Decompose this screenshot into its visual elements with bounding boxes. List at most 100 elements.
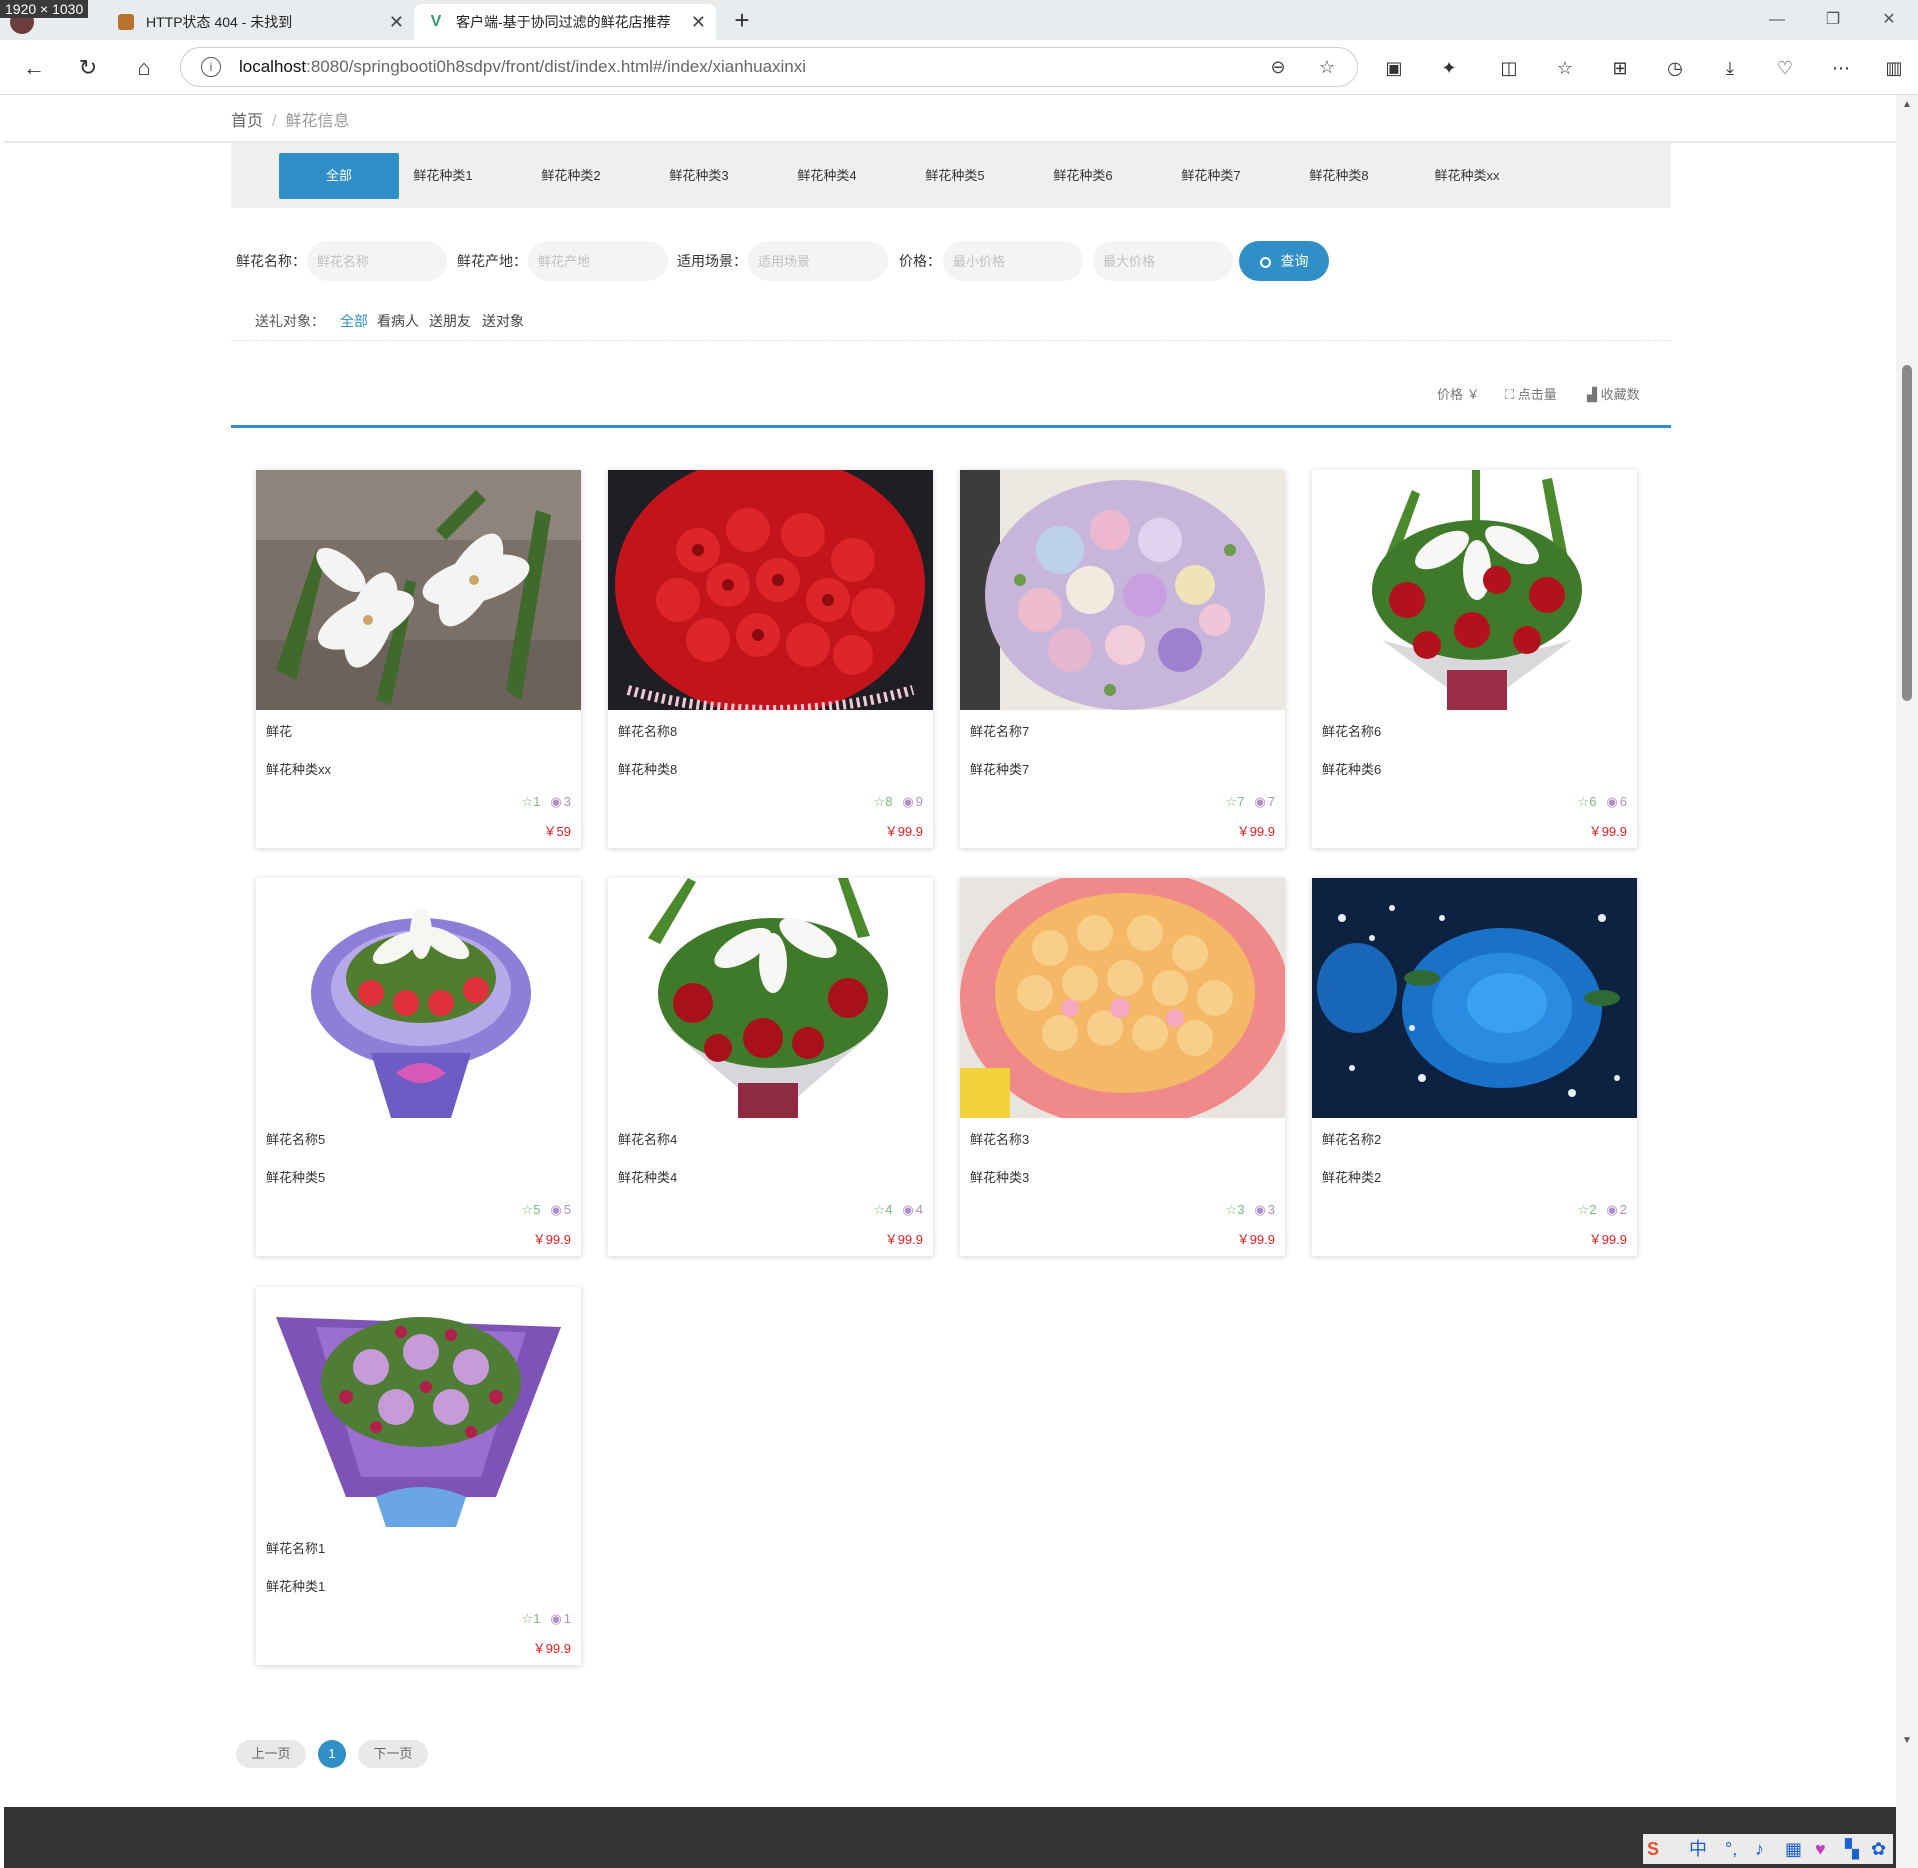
scroll-up-arrow-icon[interactable]: ▲	[1901, 99, 1913, 111]
ime-keyboard-icon[interactable]: ▦	[1785, 1836, 1802, 1862]
purple-wrapped-bouquet-photo[interactable]	[256, 878, 581, 1118]
purple-roses-bouquet-photo[interactable]	[256, 1287, 581, 1527]
product-card[interactable]: 鲜花名称4 鲜花种类4 ☆4 ◉ 4 ￥99.9	[608, 878, 933, 1256]
lily-red-rose-bouquet-photo[interactable]	[608, 878, 933, 1118]
home-icon[interactable]: ⌂	[128, 52, 160, 84]
favorite-star-icon[interactable]: ☆	[1316, 56, 1338, 78]
puzzle-extensions-icon[interactable]: ✦	[1435, 54, 1463, 82]
ime-chinese-mode-icon[interactable]: 中	[1689, 1836, 1707, 1862]
downloads-icon[interactable]: ⤓	[1716, 54, 1744, 82]
gift-option-all[interactable]: 全部	[340, 306, 368, 336]
category-tab[interactable]: 鲜花种类4	[767, 153, 887, 199]
address-bar[interactable]: i localhost:8080/springbooti0h8sdpv/fron…	[180, 47, 1358, 87]
pastel-mixed-bouquet-photo[interactable]	[960, 470, 1285, 710]
page-number-current[interactable]: 1	[318, 1740, 346, 1768]
product-card[interactable]: 鲜花名称5 鲜花种类5 ☆5 ◉ 5 ￥99.9	[256, 878, 581, 1256]
gift-option[interactable]: 送对象	[482, 306, 524, 336]
tomcat-favicon-icon	[118, 14, 134, 30]
gift-recipient-label: 送礼对象：	[255, 313, 325, 329]
category-tab[interactable]: 鲜花种类3	[639, 153, 759, 199]
blue-rose-photo[interactable]	[1312, 878, 1637, 1118]
product-price: ￥99.9	[1588, 1232, 1627, 1247]
product-category: 鲜花种类1	[266, 1579, 326, 1594]
product-card[interactable]: 鲜花 鲜花种类xx ☆1 ◉ 3 ￥59	[256, 470, 581, 848]
scrollbar-thumb[interactable]	[1902, 365, 1912, 701]
product-name: 鲜花名称2	[1322, 1132, 1382, 1147]
sogou-ime-icon[interactable]: S	[1647, 1836, 1659, 1862]
product-card[interactable]: 鲜花名称8 鲜花种类8 ☆8 ◉ 9 ￥99.9	[608, 470, 933, 848]
white-lily-photo[interactable]	[256, 470, 581, 710]
sidebar-toggle-icon[interactable]: ▥	[1880, 54, 1908, 82]
view-eye-icon: ◉	[550, 1611, 562, 1626]
close-window-icon[interactable]: ✕	[1866, 6, 1912, 34]
breadcrumb-home-link[interactable]: 首页	[231, 113, 263, 130]
champagne-roses-bouquet-photo[interactable]	[960, 878, 1285, 1118]
product-name: 鲜花名称1	[266, 1541, 326, 1556]
gift-option[interactable]: 送朋友	[429, 306, 471, 336]
next-page-button[interactable]: 下一页	[358, 1740, 428, 1768]
sort-by-clicks[interactable]: ⛶ 点击量	[1505, 385, 1557, 405]
extension-icon[interactable]: ▣	[1380, 54, 1408, 82]
prev-page-button[interactable]: 上一页	[236, 1740, 306, 1768]
category-tab[interactable]: 鲜花种类5	[895, 153, 1015, 199]
browser-tab-404[interactable]: HTTP状态 404 - 未找到 ✕	[104, 4, 414, 40]
more-menu-icon[interactable]: ⋯	[1827, 54, 1855, 82]
product-card[interactable]: 鲜花名称1 鲜花种类1 ☆1 ◉ 1 ￥99.9	[256, 1287, 581, 1665]
back-icon[interactable]: ←	[18, 52, 50, 84]
origin-filter-input[interactable]	[528, 241, 668, 281]
restore-window-icon[interactable]: ❐	[1810, 6, 1856, 34]
ime-apps-icon[interactable]: ▚	[1845, 1836, 1859, 1862]
search-button[interactable]: 查询	[1239, 241, 1329, 281]
category-tab[interactable]: 鲜花种类xx	[1407, 153, 1527, 199]
product-stats: ☆2 ◉ 2	[1578, 1202, 1627, 1218]
page-content: 首页 / 鲜花信息 全部 鲜花种类1 鲜花种类2 鲜花种类3 鲜花种类4 鲜花种类5…	[4, 95, 1896, 1868]
scroll-down-arrow-icon[interactable]: ▼	[1901, 1735, 1913, 1747]
category-tab-all[interactable]: 全部	[279, 153, 399, 199]
history-icon[interactable]: ◷	[1661, 54, 1689, 82]
page-scrollbar[interactable]: ▲ ▼	[1896, 95, 1918, 1868]
close-tab-icon[interactable]: ✕	[389, 4, 404, 40]
category-tab[interactable]: 鲜花种类2	[511, 153, 631, 199]
performance-heart-icon[interactable]: ♡	[1771, 54, 1799, 82]
sort-by-price[interactable]: 价格 ￥	[1437, 385, 1480, 405]
lily-rose-bouquet-photo[interactable]	[1312, 470, 1637, 710]
category-tab[interactable]: 鲜花种类6	[1023, 153, 1143, 199]
product-name: 鲜花名称8	[618, 724, 678, 739]
red-roses-bouquet-photo[interactable]	[608, 470, 933, 710]
ime-skin-icon[interactable]: ♥	[1815, 1836, 1826, 1862]
product-name: 鲜花	[266, 724, 293, 739]
new-tab-button[interactable]: +	[726, 4, 758, 36]
site-info-icon[interactable]: i	[201, 57, 221, 77]
sort-by-favorites[interactable]: ▟ 收藏数	[1587, 385, 1640, 405]
zoom-icon[interactable]: ⊖	[1267, 56, 1289, 78]
favorite-star-icon: ☆	[1225, 794, 1238, 809]
scene-filter-input[interactable]	[748, 241, 888, 281]
category-tab[interactable]: 鲜花种类7	[1151, 153, 1271, 199]
category-tab[interactable]: 鲜花种类1	[383, 153, 503, 199]
collections-icon[interactable]: ⊞	[1606, 54, 1634, 82]
ime-settings-icon[interactable]: ✿	[1871, 1836, 1886, 1862]
ime-punctuation-icon[interactable]: °,	[1725, 1836, 1737, 1862]
minimize-window-icon[interactable]: —	[1754, 6, 1800, 34]
chart-icon: ▟	[1587, 387, 1601, 402]
product-card[interactable]: 鲜花名称6 鲜花种类6 ☆6 ◉ 6 ￥99.9	[1312, 470, 1637, 848]
product-price: ￥99.9	[532, 1641, 571, 1656]
product-card[interactable]: 鲜花名称3 鲜花种类3 ☆3 ◉ 3 ￥99.9	[960, 878, 1285, 1256]
product-stats: ☆5 ◉ 5	[522, 1202, 571, 1218]
name-filter-input[interactable]	[307, 241, 447, 281]
browser-tab-active[interactable]: V 客户端-基于协同过滤的鲜花店推荐 ✕	[414, 4, 716, 40]
max-price-input[interactable]	[1093, 241, 1233, 281]
favorite-count: 1	[533, 794, 541, 809]
product-card[interactable]: 鲜花名称2 鲜花种类2 ☆2 ◉ 2 ￥99.9	[1312, 878, 1637, 1256]
close-tab-icon[interactable]: ✕	[691, 4, 706, 40]
address-url[interactable]: localhost:8080/springbooti0h8sdpv/front/…	[239, 48, 806, 86]
gift-option[interactable]: 看病人	[377, 306, 419, 336]
product-category: 鲜花种类7	[970, 762, 1030, 777]
favorites-list-icon[interactable]: ☆	[1551, 54, 1579, 82]
ime-voice-icon[interactable]: ♪	[1755, 1836, 1764, 1862]
split-screen-icon[interactable]: ◫	[1495, 54, 1523, 82]
min-price-input[interactable]	[943, 241, 1083, 281]
category-tab[interactable]: 鲜花种类8	[1279, 153, 1399, 199]
refresh-icon[interactable]: ↻	[72, 52, 104, 84]
product-card[interactable]: 鲜花名称7 鲜花种类7 ☆7 ◉ 7 ￥99.9	[960, 470, 1285, 848]
